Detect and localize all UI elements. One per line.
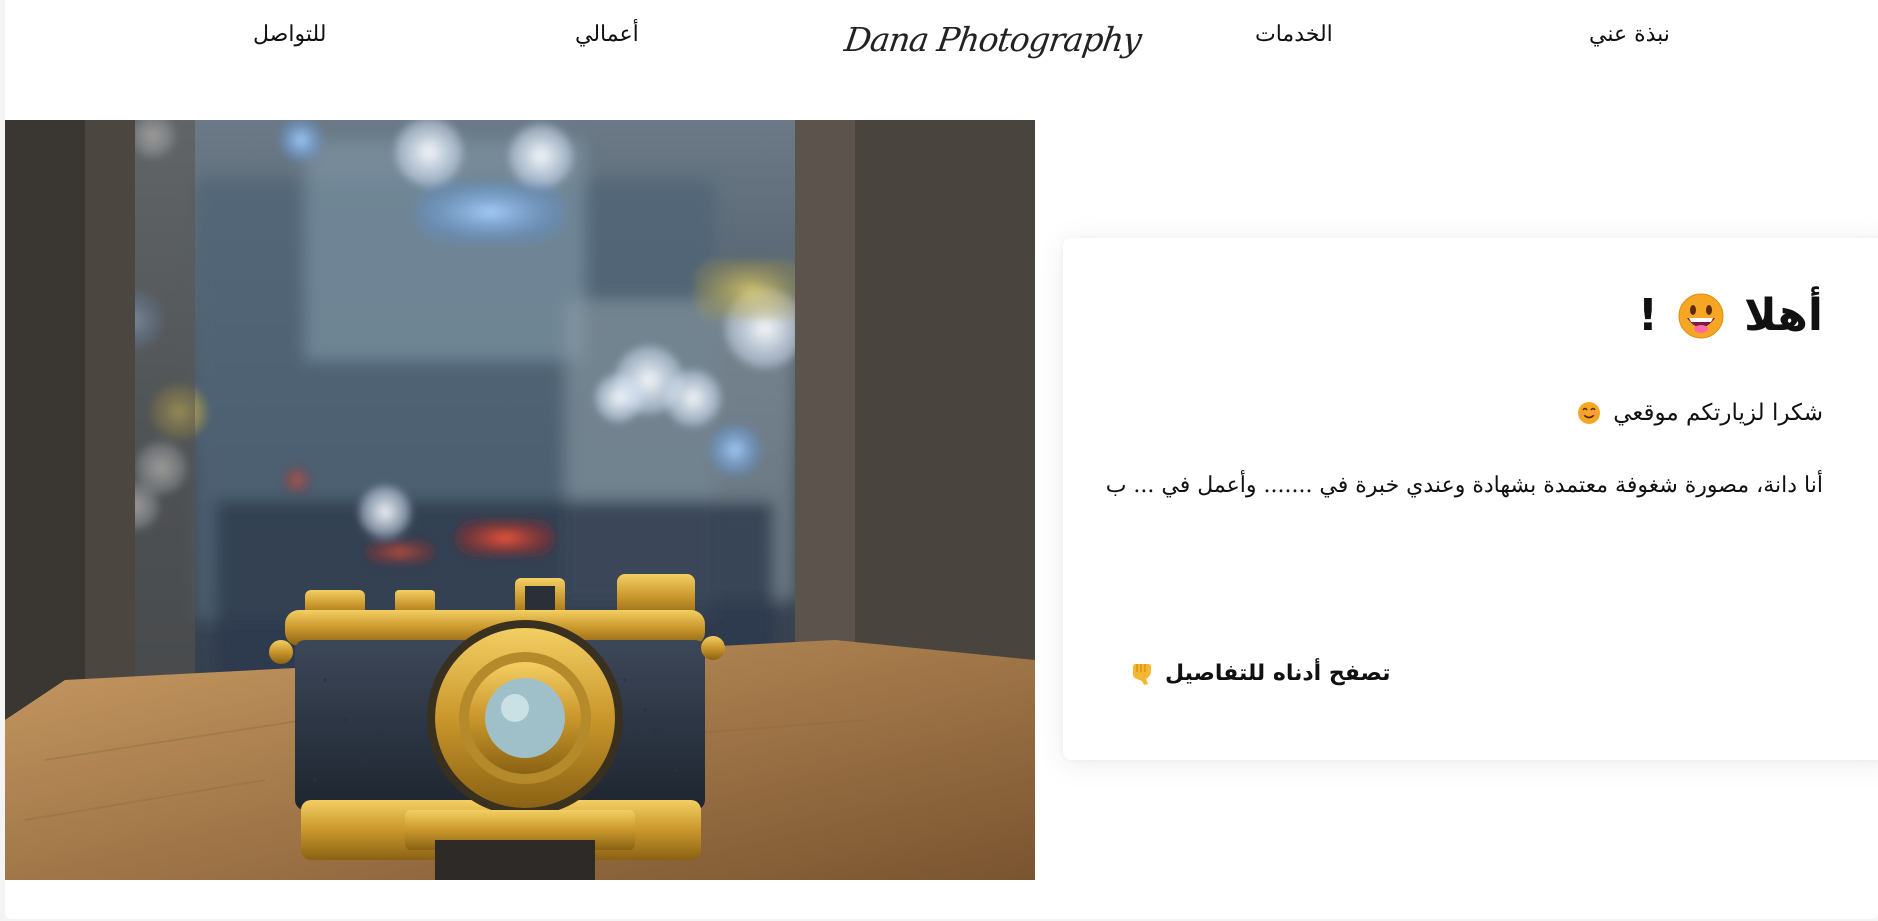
smiling-face-icon (1578, 402, 1601, 424)
pointing-down-hand-icon (1133, 664, 1151, 685)
welcome-subtitle: شكرا لزيارتكم موقعي (1577, 400, 1823, 426)
nav-link-works[interactable]: أعمالي (575, 22, 639, 47)
welcome-heading: أهلا ! (1638, 290, 1823, 341)
welcome-card: أهلا ! شكرا لزيارتكم موقعي أنا دانة، مصو… (1063, 238, 1878, 760)
about-intro-text: أنا دانة، مصورة شغوفة معتمدة بشهادة وعند… (1105, 473, 1823, 498)
welcome-heading-suffix: ! (1637, 290, 1658, 341)
camera-figurine (269, 574, 725, 880)
page: للتواصل أعمالي Dana Photography الخدمات … (5, 0, 1878, 919)
nav-link-contact[interactable]: للتواصل (253, 22, 326, 47)
welcome-subtitle-text: شكرا لزيارتكم موقعي (1613, 400, 1823, 426)
top-navigation: للتواصل أعمالي Dana Photography الخدمات … (5, 0, 1878, 110)
site-logo[interactable]: Dana Photography (842, 20, 1143, 59)
camera-photo (5, 120, 1035, 880)
nav-link-services[interactable]: الخدمات (1255, 22, 1333, 47)
nav-link-about[interactable]: نبذة عني (1589, 22, 1670, 47)
browse-details-label: تصفح أدناه للتفاصيل (1165, 660, 1391, 686)
hero-image (5, 120, 1035, 880)
browse-details-link[interactable]: تصفح أدناه للتفاصيل (1129, 660, 1390, 686)
welcome-heading-text: أهلا (1744, 290, 1823, 341)
grinning-face-icon (1678, 293, 1724, 338)
